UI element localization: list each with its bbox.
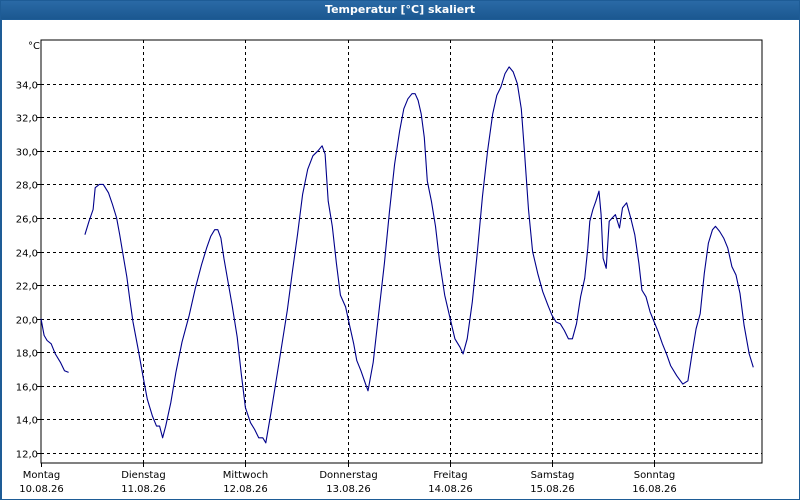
x-tick-label-day: Montag [23,470,60,481]
x-tick-label-day: Freitag [433,470,467,481]
temperature-series-line [40,318,69,373]
x-tick-label-day: Mittwoch [223,470,268,481]
chart-title: Temperatur [°C] skaliert [1,1,799,19]
x-tick-label-date: 14.08.26 [428,484,473,495]
x-tick-label-day: Samstag [531,470,575,481]
temperature-chart: 12,0 14,0 16,0 18,0 20,0 22,0 24,0 26,0 28,0 30,0… [16,39,763,495]
y-tick-label: 16,0 [16,383,38,394]
x-tick-label-date: 10.08.26 [19,484,64,495]
x-tick-label-date: 13.08.26 [326,484,371,495]
y-tick-label: 28,0 [16,181,38,192]
y-tick-label: 30,0 [16,148,38,159]
x-tick-label-day: Sonntag [634,470,676,481]
x-tick-label-date: 16.08.26 [632,484,677,495]
y-tick-label: 12,0 [16,450,38,461]
y-tick-label: 32,0 [16,114,38,125]
y-tick-label: 34,0 [16,81,38,92]
y-tick-label: 20,0 [16,316,38,327]
y-tick-label: 14,0 [16,416,38,427]
plot-area: 12,0 14,0 16,0 18,0 20,0 22,0 24,0 26,0 28,0 30,0… [2,20,799,499]
chart-window: Temperatur [°C] skaliert 12,0 14,0 16,0 18,… [0,0,800,500]
x-tick-label-day: Donnerstag [319,470,377,481]
y-axis-unit: °C [28,41,40,52]
x-tick-label-date: 12.08.26 [223,484,268,495]
y-tick-label: 26,0 [16,215,38,226]
y-tick-label: 18,0 [16,349,38,360]
x-tick-label-date: 11.08.26 [121,484,166,495]
y-tick-label: 22,0 [16,282,38,293]
x-tick-label-day: Dienstag [121,470,166,481]
plot-frame [40,39,763,464]
x-tick-label-date: 15.08.26 [530,484,575,495]
y-tick-label: 24,0 [16,249,38,260]
